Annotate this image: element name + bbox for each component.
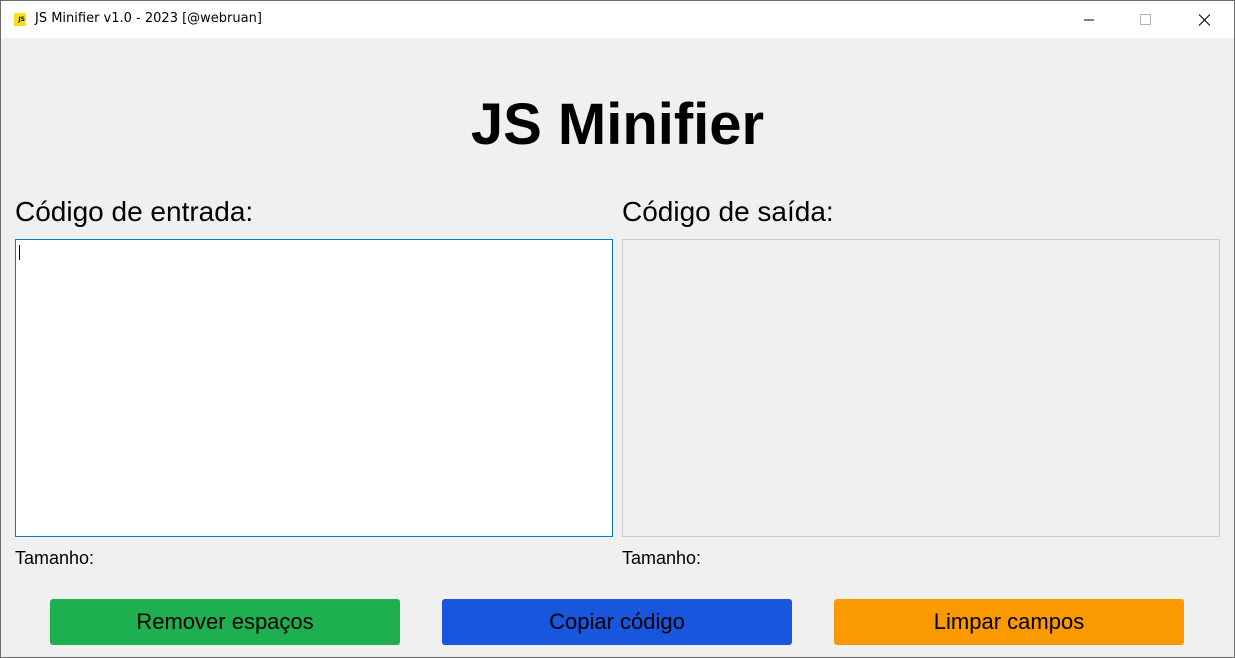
app-window: JS JS Minifier v1.0 - 2023 [@webruan] JS… (0, 0, 1235, 658)
window-title: JS Minifier v1.0 - 2023 [@webruan] (35, 11, 262, 26)
title-bar: JS JS Minifier v1.0 - 2023 [@webruan] (1, 1, 1234, 38)
input-code-label: Código de entrada: (15, 196, 254, 227)
page-title: JS Minifier (470, 92, 765, 157)
close-icon (1198, 14, 1210, 26)
output-code-label: Código de saída: (622, 196, 834, 227)
copy-code-button[interactable]: Copiar código (442, 599, 792, 645)
output-code-textarea[interactable] (622, 239, 1220, 537)
remove-spaces-button[interactable]: Remover espaços (50, 599, 400, 645)
maximize-button[interactable] (1122, 1, 1168, 38)
minimize-button[interactable] (1066, 1, 1112, 38)
maximize-icon (1140, 14, 1151, 25)
text-caret (19, 245, 20, 260)
close-button[interactable] (1181, 1, 1227, 38)
input-code-textarea[interactable] (15, 239, 613, 537)
minimize-icon (1084, 19, 1094, 21)
js-logo-icon: JS (14, 13, 26, 26)
clear-fields-button[interactable]: Limpar campos (834, 599, 1184, 645)
output-size-label: Tamanho: (622, 548, 702, 568)
input-size-label: Tamanho: (15, 548, 95, 568)
